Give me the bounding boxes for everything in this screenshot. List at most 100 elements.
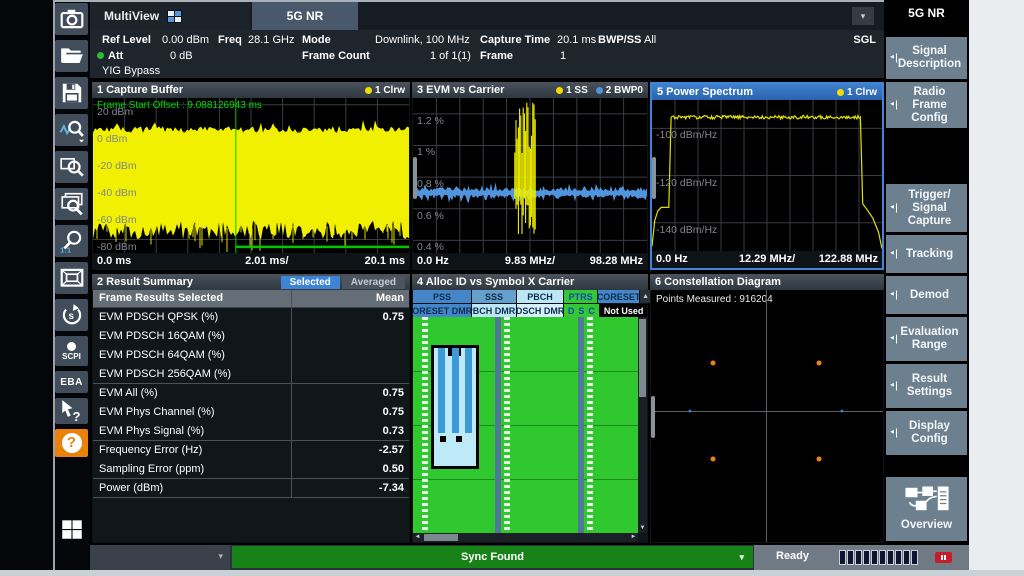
softkey-evaluation-range[interactable]: ◄Evaluation Range	[886, 317, 967, 361]
screen-bottom-margin	[0, 570, 1024, 576]
multi-zoom-button[interactable]	[55, 188, 88, 220]
windows-button[interactable]	[55, 515, 88, 543]
softkey-radio-frame-config[interactable]: ◄Radio Frame Config	[886, 82, 967, 128]
display-frame-button[interactable]	[55, 262, 88, 294]
scroll-left-icon[interactable]: ◄	[413, 533, 422, 542]
save-button[interactable]	[55, 77, 88, 109]
window-drag-handle[interactable]	[413, 157, 417, 199]
window-drag-handle[interactable]	[652, 157, 656, 199]
dmrs-symbol-column	[587, 317, 593, 533]
tab-dropdown-icon[interactable]	[852, 7, 874, 25]
scroll-right-icon[interactable]: ►	[629, 533, 638, 542]
sync-status-text: Sync Found	[461, 551, 524, 563]
softkey-signal-description[interactable]: ◄Signal Description	[886, 37, 967, 79]
ssb-marker	[456, 436, 462, 442]
vertical-scroll-thumb[interactable]	[639, 319, 646, 397]
softkey-overview[interactable]: Overview	[886, 477, 967, 541]
alloc-legend-pdsch: PDSCH	[564, 304, 599, 317]
submenu-icon: ◄	[889, 429, 897, 438]
save-icon	[59, 80, 85, 106]
evm-vs-carrier-plot[interactable]: 1.2 %1 %0.8 %0.6 %0.4 %	[413, 98, 647, 253]
softkey-label: Signal Description	[896, 45, 963, 71]
submenu-icon: ◄	[889, 101, 897, 110]
help-button[interactable]: ?	[55, 429, 88, 457]
progress-segment	[911, 550, 918, 565]
view-tab-selected[interactable]: Selected	[281, 276, 340, 289]
ref-level-label: Ref Level	[102, 34, 151, 46]
zoom-button[interactable]	[55, 151, 88, 183]
constellation-plot[interactable]: Points Measured : 916204	[651, 290, 883, 542]
softkey-spacer	[886, 131, 967, 181]
zoom-signal-button[interactable]	[55, 114, 88, 146]
ref-level-value[interactable]: 0.00 dBm	[162, 34, 209, 46]
frame-count-value[interactable]: 1 of 1(1)	[430, 50, 471, 62]
softkey-display-config[interactable]: ◄Display Config	[886, 411, 967, 455]
status-dropdown[interactable]	[90, 545, 230, 570]
trace-dot-icon	[837, 89, 844, 96]
softkey-label: Overview	[901, 519, 952, 532]
result-row-label: EVM Phys Channel (%)	[93, 403, 291, 422]
frame-value[interactable]: 1	[560, 50, 566, 62]
tab-multiview[interactable]: MultiView	[90, 2, 250, 30]
softkey-result-settings[interactable]: ◄Result Settings	[886, 364, 967, 408]
open-folder-button[interactable]	[55, 40, 88, 72]
constellation-header[interactable]: 6 Constellation Diagram	[650, 274, 884, 290]
att-value[interactable]: 0 dB	[170, 50, 193, 62]
result-row-label: Frequency Error (Hz)	[93, 441, 291, 460]
zoom-1-1-icon: 1:1	[59, 228, 85, 254]
trace-legend-item: 1 Clrw	[837, 87, 877, 98]
eba-button[interactable]: EBA	[55, 371, 88, 393]
window-drag-handle[interactable]	[651, 396, 655, 438]
result-row: EVM PDSCH 16QAM (%)	[93, 327, 409, 346]
evm-vs-carrier-title: 3 EVM vs Carrier	[417, 84, 504, 96]
softkey-label: Radio Frame Config	[896, 86, 963, 125]
freq-value[interactable]: 28.1 GHz	[248, 34, 294, 46]
freq-label: Freq	[218, 34, 242, 46]
softkey-spacer	[886, 458, 967, 474]
softkey-sidebar: 5G NR ◄Signal Description◄Radio Frame Co…	[884, 0, 969, 570]
scroll-down-icon[interactable]: ▼	[638, 523, 647, 533]
alloc-id-header[interactable]: 4 Alloc ID vs Symbol X Carrier	[412, 274, 648, 290]
vertical-scrollbar[interactable]: ▼	[638, 317, 647, 533]
y-axis-tick: 1 %	[417, 146, 435, 158]
bwp-ss-value[interactable]: All	[644, 34, 656, 46]
context-help-button[interactable]: ?	[55, 398, 88, 424]
power-spectrum-header[interactable]: 5 Power Spectrum 1 Clrw	[652, 84, 882, 100]
capture-time-value[interactable]: 20.1 ms	[557, 34, 596, 46]
submenu-icon: ◄	[889, 54, 897, 63]
result-row-label: Power (dBm)	[93, 479, 291, 497]
zoom-1-1-button[interactable]: 1:1	[55, 225, 88, 257]
trace-legend-label: 1 SS	[566, 85, 588, 96]
result-summary-header[interactable]: 2 Result Summary SelectedAveraged	[92, 274, 410, 290]
progress-segment	[847, 550, 854, 565]
view-tab-averaged[interactable]: Averaged	[342, 276, 405, 289]
softkey-trigger-signal-capture[interactable]: ◄Trigger/ Signal Capture	[886, 184, 967, 232]
panel-evm-vs-carrier: 3 EVM vs Carrier 1 SS2 BWP0 1.2 %1 %0.8 …	[412, 82, 648, 270]
sync-dropdown-icon[interactable]	[739, 552, 744, 563]
horizontal-scroll-thumb[interactable]	[424, 534, 458, 541]
bwp-ss-label: BWP/SS	[598, 34, 641, 46]
restart-single-button[interactable]: s	[55, 299, 88, 331]
softkey-label: Result Settings	[896, 373, 963, 399]
sidebar-title: 5G NR	[884, 6, 969, 20]
trace-legend-item: 1 SS	[556, 85, 588, 96]
alloc-id-plot[interactable]: ▼ ◄ ►	[413, 317, 647, 542]
alloc-legend-coreset-dmrs: CORESET DMRS	[413, 304, 471, 317]
result-row: Frequency Error (Hz)-2.57	[93, 441, 409, 460]
scpi-button[interactable]: SCPI	[55, 336, 88, 366]
horizontal-scrollbar[interactable]: ◄ ►	[413, 533, 638, 542]
power-spectrum-plot[interactable]: -100 dBm/Hz-120 dBm/Hz-140 dBm/Hz	[652, 100, 882, 251]
alloc-legend-ptrs: PTRS	[564, 290, 597, 303]
softkey-tracking[interactable]: ◄Tracking	[886, 235, 967, 273]
mode-value[interactable]: Downlink, 100 MHz	[375, 34, 470, 46]
softkey-demod[interactable]: ◄Demod	[886, 276, 967, 314]
restart-single-icon: s	[59, 302, 85, 328]
capture-buffer-plot[interactable]: Frame Start Offset : 9.088126943 ms 20 d…	[93, 98, 409, 253]
evm-vs-carrier-header[interactable]: 3 EVM vs Carrier 1 SS2 BWP0	[412, 82, 648, 98]
softkey-label: Demod	[910, 289, 949, 302]
progress-segment	[839, 550, 846, 565]
camera-button[interactable]	[55, 3, 88, 35]
tab-5g-nr[interactable]: 5G NR	[252, 2, 358, 30]
capture-buffer-header[interactable]: 1 Capture Buffer 1 Clrw	[92, 82, 410, 98]
alloc-resource-map	[413, 317, 638, 533]
